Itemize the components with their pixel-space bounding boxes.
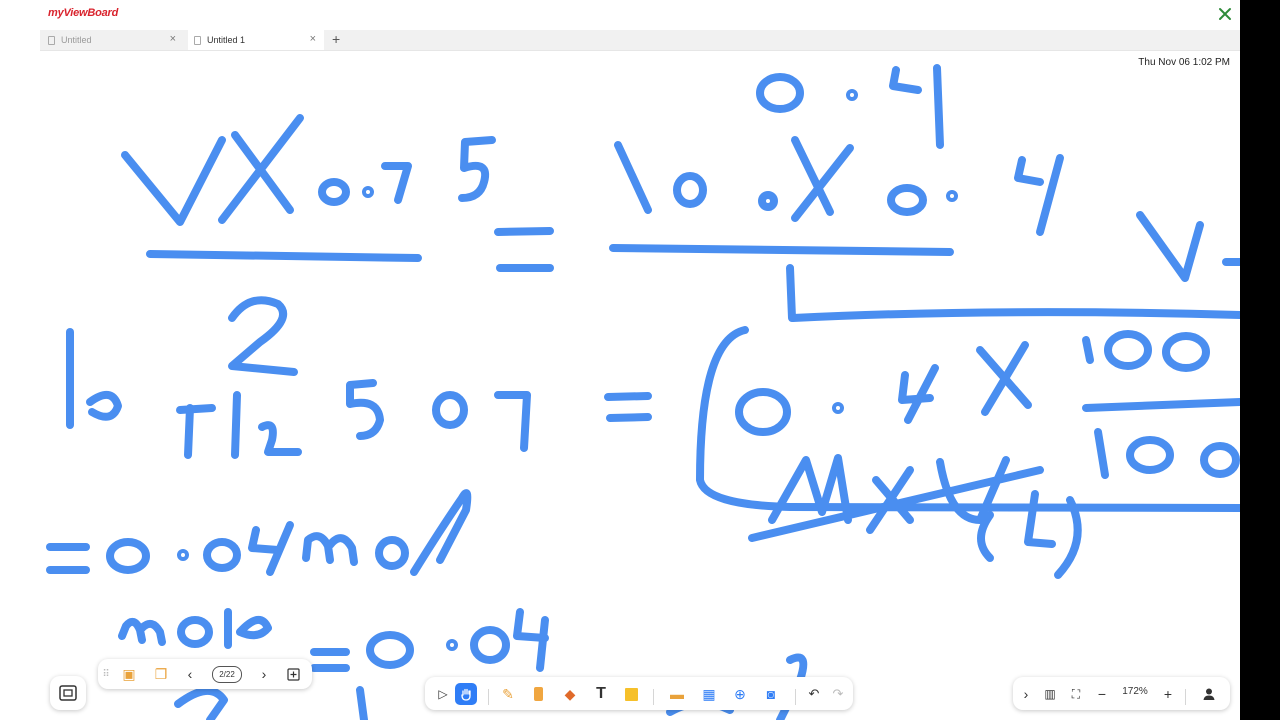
pan-tool-button[interactable] — [455, 683, 477, 705]
letterbox-strip — [1240, 0, 1280, 720]
tab-close-icon[interactable]: × — [170, 33, 176, 45]
add-page-button[interactable] — [284, 665, 302, 683]
datetime-display: Thu Nov 06 1:02 PM — [1138, 57, 1230, 68]
toolbar-divider — [653, 689, 654, 705]
screen-capture-icon — [59, 685, 77, 701]
page-navigator: ⠿ ▣ ❐ ‹ 2/22 › — [98, 659, 312, 689]
app-logo: myViewBoard — [48, 7, 119, 19]
new-tab-button[interactable]: + — [332, 31, 340, 47]
fit-screen-icon[interactable]: ⛶ — [1067, 684, 1085, 704]
select-tool-icon[interactable]: ▷ — [433, 684, 453, 704]
close-icon[interactable] — [1216, 5, 1234, 23]
sticky-note-icon[interactable] — [621, 684, 641, 704]
clipboard-icon[interactable]: ❐ — [150, 664, 172, 684]
text-tool-icon[interactable]: T — [591, 684, 611, 704]
add-page-icon — [286, 667, 300, 681]
toolbox-icon[interactable]: ▦ — [699, 684, 719, 704]
page-indicator[interactable]: 2/22 — [212, 666, 242, 683]
highlighter-tool-icon[interactable] — [528, 684, 548, 704]
user-icon — [1203, 688, 1215, 700]
toolbar-divider — [488, 689, 489, 705]
toolbar-divider — [795, 689, 796, 705]
user-account-button[interactable] — [1199, 684, 1219, 704]
handwriting-strokes — [46, 64, 1240, 720]
whiteboard-canvas[interactable] — [40, 50, 1240, 720]
tab-label: Untitled — [61, 35, 92, 45]
shapes-tool-icon[interactable]: ◆ — [560, 684, 580, 704]
tab-bar: Untitled × Untitled 1 × + — [40, 30, 1240, 51]
capture-icon[interactable]: ◙ — [761, 684, 781, 704]
zoom-out-button[interactable]: − — [1093, 684, 1111, 704]
hand-icon — [461, 688, 471, 701]
main-toolbar: ▷ ✎ ◆ T ▬ ▦ ⊕ ◙ ↶ ↷ — [425, 677, 853, 710]
map-icon[interactable]: ▥ — [1041, 684, 1059, 704]
collapse-toolbar-button[interactable]: › — [1019, 684, 1033, 704]
zoom-toolbar: › ▥ ⛶ − 172% + — [1013, 677, 1230, 710]
document-icon — [48, 35, 55, 45]
tab-untitled[interactable]: Untitled × — [48, 30, 184, 50]
drag-handle-icon[interactable]: ⠿ — [100, 664, 112, 684]
folder-icon[interactable]: ▬ — [667, 684, 687, 704]
document-icon — [194, 35, 201, 45]
web-browser-icon[interactable]: ⊕ — [730, 684, 750, 704]
tab-label: Untitled 1 — [207, 35, 246, 45]
undo-icon[interactable]: ↶ — [805, 684, 823, 704]
zoom-level[interactable]: 172% — [1117, 686, 1153, 702]
zoom-in-button[interactable]: + — [1159, 684, 1177, 704]
background-icon[interactable]: ▣ — [118, 664, 140, 684]
previous-page-button[interactable]: ‹ — [182, 664, 198, 684]
tab-close-icon[interactable]: × — [310, 33, 316, 45]
next-page-button[interactable]: › — [256, 664, 272, 684]
toolbar-divider — [1185, 689, 1186, 705]
app-window: myViewBoard Untitled × Untitled 1 × + Th… — [0, 0, 1240, 720]
redo-icon[interactable]: ↷ — [829, 684, 847, 704]
screen-capture-button[interactable] — [50, 676, 86, 710]
pen-tool-icon[interactable]: ✎ — [498, 684, 518, 704]
tab-untitled-1[interactable]: Untitled 1 × — [188, 30, 324, 50]
title-bar: myViewBoard — [0, 0, 1240, 30]
